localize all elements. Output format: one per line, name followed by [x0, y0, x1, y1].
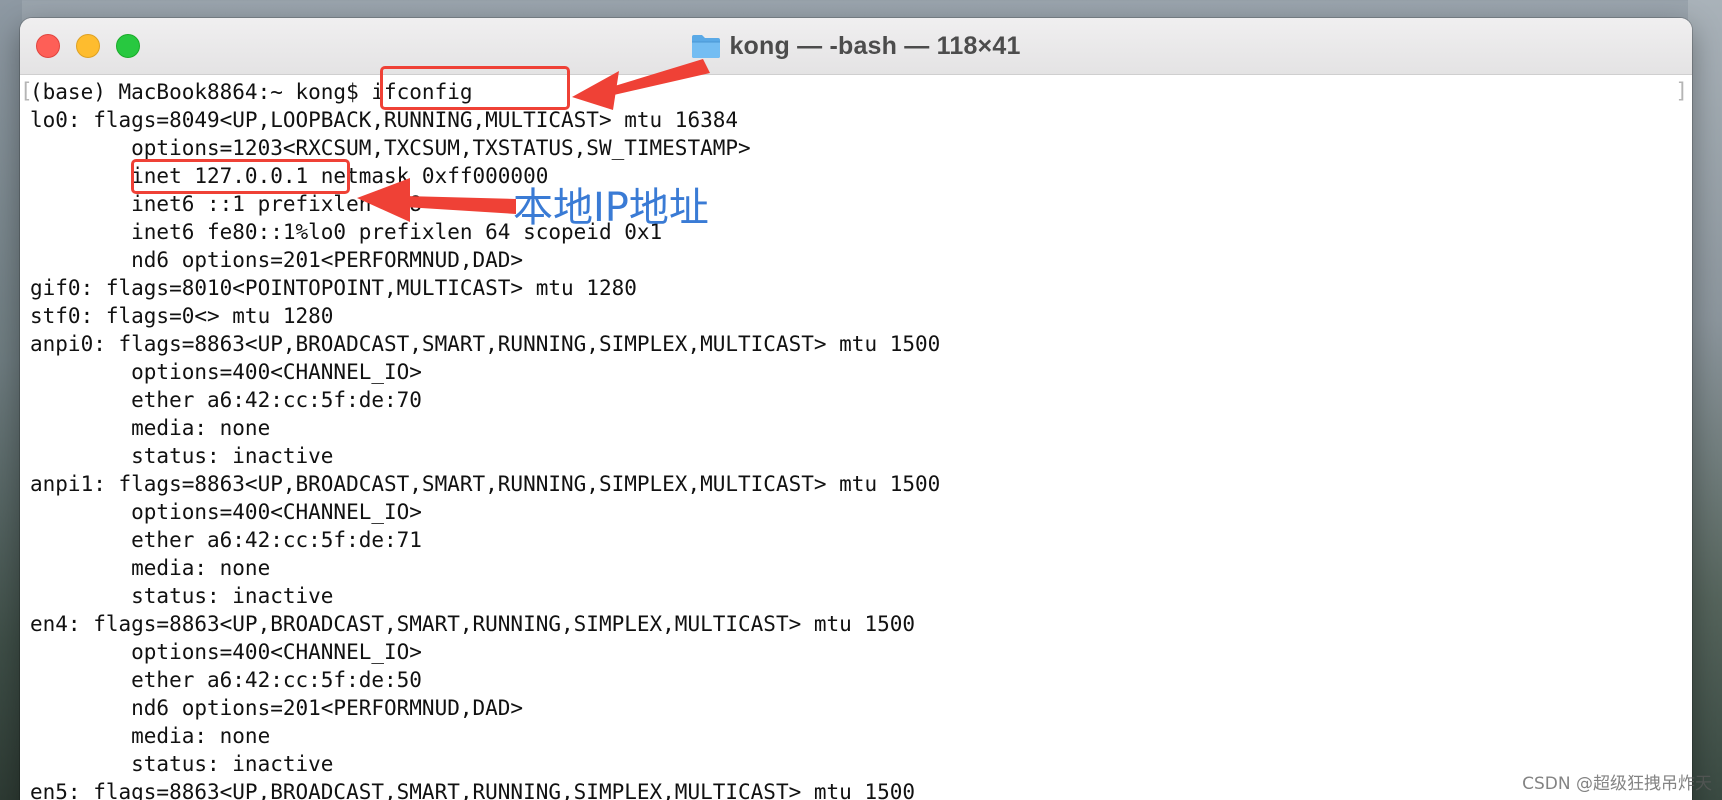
scroll-bracket-left: [	[20, 79, 33, 103]
terminal-line: options=1203<RXCSUM,TXCSUM,TXSTATUS,SW_T…	[30, 136, 751, 160]
terminal-line: ether a6:42:cc:5f:de:70	[30, 388, 422, 412]
desktop-background-right	[1688, 0, 1722, 800]
command-highlight-box	[380, 66, 570, 110]
terminal-line: stf0: flags=0<> mtu 1280	[30, 304, 334, 328]
terminal-line: (base) MacBook8864:~ kong$ ifconfig	[30, 80, 473, 104]
local-ip-annotation: 本地IP地址	[513, 185, 709, 231]
terminal-line: status: inactive	[30, 752, 334, 776]
terminal-line: media: none	[30, 556, 271, 580]
terminal-line: en4: flags=8863<UP,BROADCAST,SMART,RUNNI…	[30, 612, 916, 636]
terminal-line: ether a6:42:cc:5f:de:50	[30, 668, 422, 692]
terminal-line: inet6 ::1 prefixlen 128	[30, 192, 422, 216]
terminal-line: ether a6:42:cc:5f:de:71	[30, 528, 422, 552]
terminal-line: options=400<CHANNEL_IO>	[30, 500, 422, 524]
desktop-background-left	[0, 0, 22, 800]
terminal-line: en5: flags=8863<UP,BROADCAST,SMART,RUNNI…	[30, 780, 916, 800]
window-titlebar[interactable]: kong — -bash — 118×41	[20, 18, 1692, 75]
terminal-line: inet6 fe80::1%lo0 prefixlen 64 scopeid 0…	[30, 220, 663, 244]
terminal-line: status: inactive	[30, 584, 334, 608]
terminal-line: status: inactive	[30, 444, 334, 468]
window-title-group: kong — -bash — 118×41	[20, 18, 1692, 74]
terminal-line: options=400<CHANNEL_IO>	[30, 640, 422, 664]
terminal-line: gif0: flags=8010<POINTOPOINT,MULTICAST> …	[30, 276, 637, 300]
folder-icon	[691, 32, 721, 60]
csdn-watermark: CSDN @超级狂拽吊炸天	[1522, 774, 1712, 794]
inet-highlight-box	[131, 159, 350, 194]
terminal-line: media: none	[30, 416, 271, 440]
terminal-line: anpi1: flags=8863<UP,BROADCAST,SMART,RUN…	[30, 472, 941, 496]
terminal-line: anpi0: flags=8863<UP,BROADCAST,SMART,RUN…	[30, 332, 941, 356]
terminal-line: lo0: flags=8049<UP,LOOPBACK,RUNNING,MULT…	[30, 108, 739, 132]
terminal-line: options=400<CHANNEL_IO>	[30, 360, 422, 384]
terminal-window: kong — -bash — 118×41 [ ] (base) MacBook…	[20, 18, 1692, 800]
terminal-line: nd6 options=201<PERFORMNUD,DAD>	[30, 248, 524, 272]
window-title: kong — -bash — 118×41	[729, 31, 1021, 60]
terminal-line: media: none	[30, 724, 271, 748]
scroll-bracket-right: ]	[1675, 79, 1688, 103]
terminal-line: nd6 options=201<PERFORMNUD,DAD>	[30, 696, 524, 720]
